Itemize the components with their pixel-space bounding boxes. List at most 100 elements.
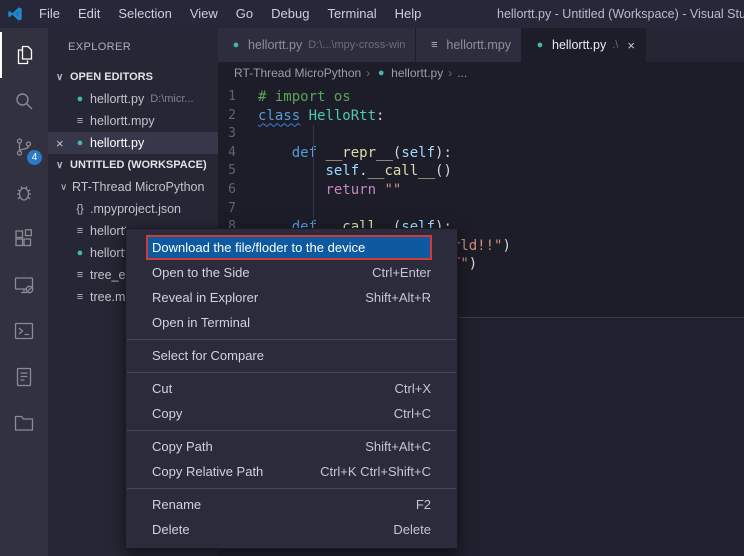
context-menu-item[interactable]: Delete Delete [126,517,457,542]
python-file-icon: ● [532,39,548,51]
json-file-icon: {} [72,203,88,215]
chevron-right-icon: › [448,66,452,80]
breadcrumb-item[interactable]: hellortt.py [391,66,443,80]
code-line: 1# import os [218,88,744,107]
menu-selection[interactable]: Selection [109,0,180,28]
vscode-logo-icon [7,6,23,22]
file-name: hellortt.py [90,136,144,150]
vscode-window: FileEditSelectionViewGoDebugTerminalHelp… [0,0,744,556]
menu-debug[interactable]: Debug [262,0,318,28]
file-name: hellortt.py [90,92,144,106]
extensions-icon[interactable] [0,216,48,262]
file-name: .mpyproject.json [90,202,181,216]
code-text: class HelloRtt: [258,107,384,126]
menu-item-label: Download the file/floder to the device [152,240,365,255]
close-icon[interactable]: × [56,136,72,151]
line-number: 7 [218,200,258,219]
output-icon[interactable] [0,354,48,400]
menu-terminal[interactable]: Terminal [318,0,385,28]
editor-tab-1[interactable]: ≡hellortt.mpy [416,28,522,62]
python-file-icon: ● [72,137,88,149]
code-line: 4 def __repr__(self): [218,144,744,163]
file-file-icon: ≡ [72,225,88,237]
folder-rt-thread-micropython[interactable]: ∨ RT-Thread MicroPython [48,176,218,198]
tab-bar: ●hellortt.pyD:\...\mpy-cross-win≡hellort… [218,28,744,62]
breadcrumb-item[interactable]: RT-Thread MicroPython [234,66,361,80]
chevron-down-icon: ∨ [60,182,72,193]
menu-item-label: Copy Relative Path [152,464,263,479]
context-menu-item[interactable]: Open to the SideCtrl+Enter [126,260,457,285]
context-menu-item[interactable]: Copy Path Shift+Alt+C [126,434,457,459]
menu-item-shortcut: Delete [393,522,431,537]
menu-separator [127,488,456,489]
device-icon[interactable] [0,262,48,308]
menu-go[interactable]: Go [227,0,262,28]
open-editor-item[interactable]: ●hellortt.py D:\micr... [48,88,218,110]
code-line: 6 return "" [218,181,744,200]
menu-item-shortcut: Ctrl+K Ctrl+Shift+C [320,464,431,479]
workspace-header[interactable]: ∨ UNTITLED (WORKSPACE) [48,154,218,176]
folder-icon[interactable] [0,400,48,446]
code-line: 2class HelloRtt: [218,107,744,126]
editor-tab-2[interactable]: ●hellortt.py.\× [522,28,646,62]
open-editors-header[interactable]: ∨ OPEN EDITORS [48,66,218,88]
context-menu-item[interactable]: Open in Terminal [126,310,457,335]
menu-item-label: Delete [152,522,190,537]
scm-badge: 4 [27,150,42,165]
line-number: 2 [218,107,258,126]
close-icon[interactable]: × [627,38,635,53]
file-file-icon: ≡ [426,39,442,51]
code-text: self.__call__() [258,162,452,181]
context-menu-item[interactable]: Copy Ctrl+C [126,401,457,426]
search-icon[interactable] [0,78,48,124]
context-menu-item[interactable]: Download the file/floder to the device [146,235,432,260]
context-menu-item[interactable]: RenameF2 [126,492,457,517]
context-menu-item[interactable]: CutCtrl+X [126,376,457,401]
menu-item-label: Select for Compare [152,348,264,363]
menu-item-label: Copy Path [152,439,213,454]
window-title: hellortt.py - Untitled (Workspace) - Vis… [497,0,744,28]
workspace-file-item[interactable]: {}.mpyproject.json [48,198,218,220]
indent-guide [313,125,314,237]
sidebar-title: EXPLORER [48,28,218,66]
menu-item-label: Rename [152,497,201,512]
debug-icon[interactable] [0,170,48,216]
open-editor-item[interactable]: ≡hellortt.mpy [48,110,218,132]
menu-item-shortcut: Shift+Alt+C [365,439,431,454]
menu-help[interactable]: Help [386,0,431,28]
file-detail: D:\micr... [150,93,193,105]
python-file-icon: ● [373,67,389,79]
context-menu-item[interactable]: Select for Compare [126,343,457,368]
file-file-icon: ≡ [72,291,88,303]
python-file-icon: ● [72,247,88,259]
menu-bar: FileEditSelectionViewGoDebugTerminalHelp [30,0,430,28]
line-number: 1 [218,88,258,107]
code-line: 5 self.__call__() [218,162,744,181]
open-editor-item[interactable]: ×●hellortt.py [48,132,218,154]
code-text: # import os [258,88,351,107]
file-name: hellortt.mpy [90,114,155,128]
menu-edit[interactable]: Edit [69,0,109,28]
line-number: 4 [218,144,258,163]
editor-tab-0[interactable]: ●hellortt.pyD:\...\mpy-cross-win [218,28,416,62]
menu-separator [127,339,456,340]
menu-view[interactable]: View [181,0,227,28]
menu-file[interactable]: File [30,0,69,28]
python-file-icon: ● [72,93,88,105]
context-menu: Download the file/floder to the device Op… [125,228,458,549]
tab-detail: D:\...\mpy-cross-win [308,39,405,51]
menu-item-label: Copy [152,406,182,421]
terminal-icon[interactable] [0,308,48,354]
open-editors-list: ●hellortt.pyD:\micr...≡hellortt.mpy×●hel… [48,88,218,154]
breadcrumb-item[interactable]: ... [457,66,467,80]
context-menu-item[interactable]: Reveal in ExplorerShift+Alt+R [126,285,457,310]
workspace-label: UNTITLED (WORKSPACE) [70,159,207,171]
code-text: return "" [258,181,401,200]
explorer-icon[interactable] [0,32,48,78]
source-control-icon[interactable]: 4 [0,124,48,170]
code-line: 7 [218,200,744,219]
menu-item-shortcut: Ctrl+C [394,406,431,421]
file-file-icon: ≡ [72,115,88,127]
open-editors-label: OPEN EDITORS [70,71,153,83]
context-menu-item[interactable]: Copy Relative Path Ctrl+K Ctrl+Shift+C [126,459,457,484]
